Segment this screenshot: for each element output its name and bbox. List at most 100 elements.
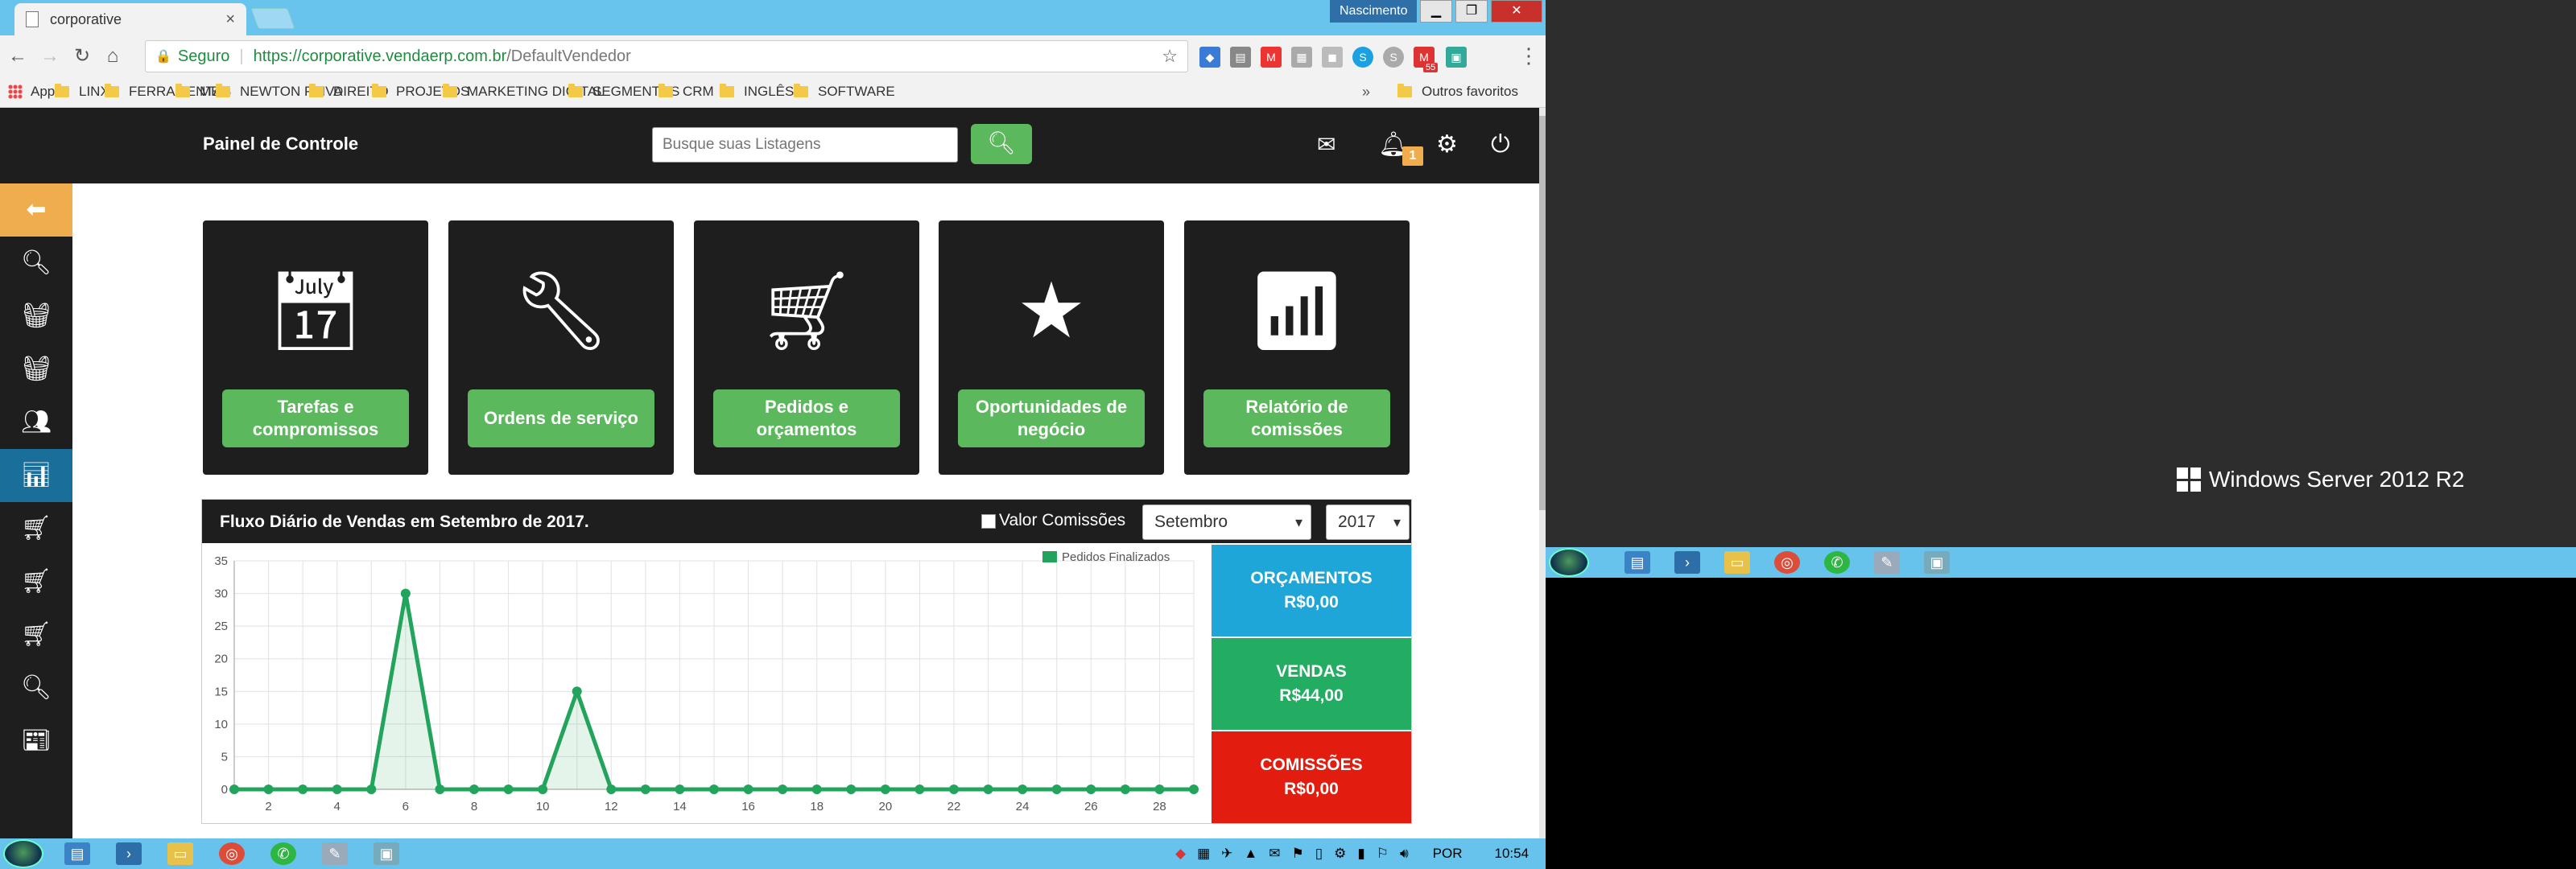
x-tick-label: 24: [1016, 800, 1030, 813]
search-input[interactable]: [652, 127, 958, 163]
ordens-button[interactable]: Ordens de serviço: [468, 389, 654, 447]
pedidos-button[interactable]: Pedidos e orçamentos: [713, 389, 900, 447]
extension-icon[interactable]: ◆: [1199, 47, 1220, 68]
omnibox[interactable]: 🔒 Seguro | https://corporative.vendaerp.…: [145, 40, 1188, 72]
page-title[interactable]: Painel de Controle: [203, 134, 358, 154]
extension-icon[interactable]: M: [1261, 47, 1282, 68]
explorer-icon[interactable]: ▭: [1724, 551, 1750, 574]
clock[interactable]: 10:54: [1495, 846, 1530, 862]
tray-icon[interactable]: ◆: [1175, 846, 1186, 862]
powershell-icon[interactable]: ›: [116, 842, 142, 865]
close-window-button[interactable]: ✕: [1491, 0, 1542, 23]
x-tick-label: 16: [741, 800, 755, 813]
home-icon[interactable]: ⌂: [100, 43, 126, 69]
bookmark-folder[interactable]: SOFTWARE: [794, 84, 895, 100]
stat-value: R$0,00: [1284, 593, 1339, 612]
month-select[interactable]: Setembro: [1142, 505, 1311, 540]
year-select[interactable]: 2017: [1326, 505, 1410, 540]
oportunidades-button[interactable]: Oportunidades de negócio: [958, 389, 1145, 447]
volume-icon[interactable]: 🔊︎: [1400, 846, 1409, 862]
commission-checkbox[interactable]: [981, 514, 996, 529]
users-icon[interactable]: 👥︎: [0, 396, 72, 449]
browser-tab[interactable]: corporative ×: [14, 3, 246, 35]
app-icon[interactable]: ▣: [1924, 551, 1950, 574]
bookmark-folder[interactable]: CRM: [658, 84, 714, 100]
app-icon[interactable]: ▣: [374, 842, 399, 865]
extension-icon[interactable]: ▣: [1446, 47, 1467, 68]
skype-icon[interactable]: S: [1352, 47, 1373, 68]
tray-icon[interactable]: ⚙: [1334, 846, 1346, 862]
cart-icon[interactable]: 🛒︎: [0, 555, 72, 608]
back-arrow-icon[interactable]: ⬅: [0, 183, 72, 237]
tarefas-button[interactable]: Tarefas e compromissos: [222, 389, 409, 447]
data-point: [675, 785, 685, 794]
tray-icon[interactable]: ▦: [1197, 846, 1210, 862]
window-user-label: Nascimento: [1330, 0, 1418, 23]
scrollbar-thumb[interactable]: [1539, 116, 1546, 510]
x-tick-label: 4: [334, 800, 341, 813]
report-icon[interactable]: 📰︎: [0, 715, 72, 768]
stat-vendas: VENDAS R$44,00: [1212, 638, 1411, 730]
skype-icon[interactable]: S: [1383, 47, 1404, 68]
basket-icon[interactable]: 🧺︎: [0, 343, 72, 396]
tray-icon[interactable]: ✉: [1269, 846, 1280, 862]
apps-grid-icon: [8, 84, 23, 99]
bookmark-star-icon[interactable]: ☆: [1162, 46, 1178, 67]
extension-icon[interactable]: ▤: [1230, 47, 1251, 68]
mail-icon[interactable]: ✉: [1317, 130, 1335, 159]
close-tab-icon[interactable]: ×: [225, 10, 235, 29]
basket-icon[interactable]: 🧺︎: [0, 290, 72, 343]
tray-icon[interactable]: ⚑: [1291, 846, 1303, 862]
search-icon[interactable]: 🔍︎: [0, 237, 72, 290]
sales-panel: Fluxo Diário de Vendas em Setembro de 20…: [201, 499, 1412, 824]
data-point: [880, 785, 890, 794]
tray-icon[interactable]: ▲: [1244, 846, 1257, 862]
whatsapp-icon[interactable]: ✆: [1824, 551, 1850, 574]
cart-icon[interactable]: 🛒︎: [0, 608, 72, 661]
network-icon[interactable]: ▮: [1357, 846, 1364, 862]
folder-icon: [568, 84, 583, 97]
gear-icon[interactable]: ⚙: [1436, 130, 1458, 159]
power-icon[interactable]: ⏻: [1491, 130, 1510, 159]
chrome-icon[interactable]: ◎: [219, 842, 245, 865]
commission-checkbox-label: Valor Comissões: [999, 511, 1126, 529]
maximize-button[interactable]: ❐: [1455, 0, 1488, 23]
server-manager-icon[interactable]: ▤: [1624, 551, 1650, 574]
cart-icon[interactable]: 🛒︎: [0, 502, 72, 555]
search-icon[interactable]: 🔍︎: [0, 661, 72, 715]
app-icon[interactable]: ✎: [1874, 551, 1900, 574]
tray-icon[interactable]: ▯: [1315, 846, 1323, 862]
reload-icon[interactable]: ↻: [69, 43, 95, 69]
bookmark-other[interactable]: Outros favoritos: [1397, 84, 1518, 100]
tray-icon[interactable]: ✈: [1221, 846, 1232, 862]
app-icon[interactable]: ✎: [322, 842, 348, 865]
url-host: https://corporative.vendaerp.com.br: [253, 47, 507, 65]
chart-icon[interactable]: 📊︎: [0, 449, 72, 502]
star-icon: ★: [1016, 268, 1087, 354]
chrome-icon[interactable]: ◎: [1774, 551, 1800, 574]
relatorio-button[interactable]: Relatório de comissões: [1203, 389, 1390, 447]
back-icon[interactable]: ←: [5, 43, 31, 69]
data-point: [263, 785, 274, 794]
start-button[interactable]: [3, 839, 43, 868]
extension-icon[interactable]: ◼: [1322, 47, 1343, 68]
explorer-icon[interactable]: ▭: [167, 842, 193, 865]
bookmark-folder[interactable]: INGLÊS: [720, 84, 794, 100]
powershell-icon[interactable]: ›: [1674, 551, 1700, 574]
server-manager-icon[interactable]: ▤: [64, 842, 90, 865]
folder-icon: [372, 84, 386, 97]
bookmark-folder[interactable]: LINX: [55, 84, 109, 100]
flag-icon[interactable]: ⚐: [1377, 846, 1389, 862]
bookmarks-more-icon[interactable]: »: [1362, 84, 1370, 101]
new-tab-button[interactable]: [250, 8, 295, 29]
minimize-button[interactable]: ▁: [1420, 0, 1452, 23]
extension-icon[interactable]: ▦: [1291, 47, 1312, 68]
bookmark-apps[interactable]: Apps: [8, 84, 62, 100]
search-button[interactable]: 🔍︎: [971, 124, 1032, 164]
os-label: Windows Server 2012 R2: [2209, 467, 2465, 492]
language-indicator[interactable]: POR: [1433, 846, 1463, 862]
whatsapp-icon[interactable]: ✆: [270, 842, 296, 865]
menu-icon[interactable]: ⋮: [1518, 43, 1539, 68]
start-button[interactable]: [1549, 548, 1589, 577]
forward-icon[interactable]: →: [37, 43, 63, 69]
